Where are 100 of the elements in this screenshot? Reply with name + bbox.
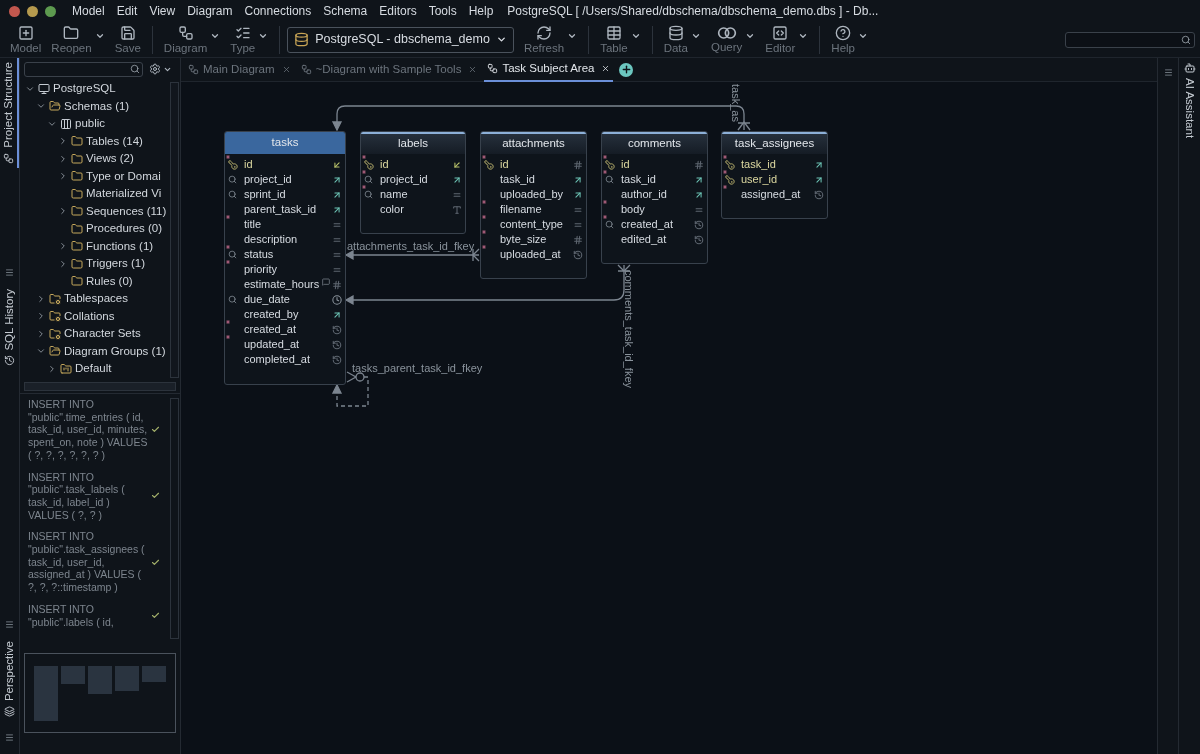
column-row[interactable]: task_id bbox=[481, 172, 586, 187]
column-row[interactable]: assigned_at bbox=[722, 187, 827, 202]
tree-row[interactable]: Rules (0) bbox=[20, 272, 170, 290]
column-row[interactable]: id bbox=[481, 157, 586, 172]
table-card[interactable]: comments id task_id author_id body created_at edited_at bbox=[601, 131, 708, 264]
close-icon[interactable] bbox=[601, 64, 611, 73]
history-entry[interactable]: INSERT INTO "public".task_assignees ( task_id, user_id, assigned_at ) VALUES ( ?, ?, ?::timestamp ) bbox=[28, 530, 170, 594]
menu-item[interactable]: Tools bbox=[428, 2, 457, 20]
column-row[interactable]: parent_task_id bbox=[225, 202, 345, 217]
table-header[interactable]: tasks bbox=[225, 132, 345, 154]
settings-icon[interactable] bbox=[149, 63, 161, 75]
scrollbar[interactable] bbox=[170, 82, 179, 378]
toolbar-button[interactable]: Model bbox=[6, 22, 46, 57]
search-field[interactable] bbox=[1065, 31, 1195, 48]
column-row[interactable]: updated_at bbox=[225, 337, 345, 352]
scrollbar[interactable] bbox=[170, 398, 179, 639]
history-entry[interactable]: INSERT INTO "public".time_entries ( id, task_id, user_id, minutes, spent_on, note ) VALUES ( ?, ?, ?, ?, ?, ? ) bbox=[28, 398, 170, 462]
column-row[interactable]: created_by bbox=[225, 307, 345, 322]
table-header[interactable]: attachments bbox=[481, 132, 586, 154]
column-row[interactable]: task_id bbox=[602, 172, 707, 187]
column-row[interactable]: created_at bbox=[602, 217, 707, 232]
tree-row[interactable]: Schemas (1) bbox=[20, 97, 170, 115]
table-card[interactable]: attachments id task_id uploaded_by filename content_type byte_size uploaded_at bbox=[480, 131, 587, 279]
tree-row[interactable]: Default bbox=[20, 360, 170, 378]
minimize-button[interactable] bbox=[27, 5, 38, 17]
column-row[interactable]: created_at bbox=[225, 322, 345, 337]
column-row[interactable]: title bbox=[225, 217, 345, 232]
diagram-tab[interactable]: ~Diagram with Sample Tools bbox=[297, 57, 481, 82]
toolbar-button[interactable]: Diagram bbox=[159, 22, 225, 57]
column-row[interactable]: filename bbox=[481, 202, 586, 217]
history-entry[interactable]: INSERT INTO "public".labels ( id, bbox=[28, 602, 170, 629]
column-row[interactable]: edited_at bbox=[602, 232, 707, 247]
tree-row[interactable]: Character Sets bbox=[20, 325, 170, 343]
column-row[interactable]: task_id bbox=[722, 157, 827, 172]
column-row[interactable]: name bbox=[361, 187, 465, 202]
table-card[interactable]: labels id project_id name color bbox=[360, 131, 466, 234]
table-header[interactable]: comments bbox=[602, 132, 707, 154]
tree-search-field[interactable] bbox=[24, 61, 143, 77]
table-card[interactable]: task_assignees task_id user_id assigned_at bbox=[721, 131, 828, 219]
toolbar-button[interactable]: Help bbox=[827, 22, 872, 57]
menu-icon[interactable] bbox=[5, 619, 14, 629]
tree-row[interactable]: Views (2) bbox=[20, 150, 170, 168]
column-row[interactable]: color bbox=[361, 202, 465, 217]
toolbar-button[interactable]: Refresh bbox=[519, 22, 582, 57]
menu-item[interactable]: Help bbox=[468, 2, 494, 20]
column-row[interactable]: priority bbox=[225, 262, 345, 277]
table-header[interactable]: labels bbox=[361, 132, 465, 154]
menu-icon[interactable] bbox=[5, 267, 14, 277]
column-row[interactable]: byte_size bbox=[481, 232, 586, 247]
toolbar-button[interactable]: Query bbox=[706, 22, 760, 57]
column-row[interactable]: due_date bbox=[225, 292, 345, 307]
tree-row[interactable]: Type or Domai bbox=[20, 167, 170, 185]
tree-row[interactable]: Tables (14) bbox=[20, 132, 170, 150]
column-row[interactable]: id bbox=[225, 157, 345, 172]
tree-row[interactable]: Functions (1) bbox=[20, 237, 170, 255]
toolbar-button[interactable]: Type bbox=[226, 22, 273, 57]
tree-row[interactable]: Tablespaces bbox=[20, 290, 170, 308]
side-tab[interactable]: Perspective bbox=[0, 636, 19, 721]
tree-row[interactable]: Collations bbox=[20, 307, 170, 325]
menu-item[interactable]: View bbox=[149, 2, 176, 20]
toolbar-button[interactable]: Table bbox=[596, 22, 645, 57]
column-row[interactable]: uploaded_by bbox=[481, 187, 586, 202]
connection-select[interactable]: PostgreSQL - dbschema_demo bbox=[287, 26, 514, 53]
toolbar-button[interactable]: Editor bbox=[761, 22, 813, 57]
diagram-tab[interactable]: Main Diagram bbox=[185, 57, 294, 82]
column-row[interactable]: content_type bbox=[481, 217, 586, 232]
tree-row[interactable]: Diagram Groups (1) bbox=[20, 342, 170, 360]
menu-item[interactable]: Editors bbox=[379, 2, 417, 20]
menu-item[interactable]: Schema bbox=[323, 2, 368, 20]
side-tab[interactable]: AI Assistant bbox=[1180, 62, 1199, 139]
column-row[interactable]: id bbox=[361, 157, 465, 172]
tree-row[interactable]: PostgreSQL bbox=[20, 80, 170, 98]
column-row[interactable]: project_id bbox=[361, 172, 465, 187]
column-row[interactable]: estimate_hours bbox=[225, 277, 345, 292]
column-row[interactable]: body bbox=[602, 202, 707, 217]
column-row[interactable]: status bbox=[225, 247, 345, 262]
close-button[interactable] bbox=[9, 5, 20, 17]
toolbar-button[interactable]: Reopen bbox=[47, 22, 109, 57]
table-header[interactable]: task_assignees bbox=[722, 132, 827, 154]
menu-item[interactable]: Edit bbox=[116, 2, 138, 20]
column-row[interactable]: author_id bbox=[602, 187, 707, 202]
history-entry[interactable]: INSERT INTO "public".task_labels ( task_id, label_id ) VALUES ( ?, ? ) bbox=[28, 470, 170, 522]
tree-row[interactable]: Triggers (1) bbox=[20, 255, 170, 273]
scrollbar[interactable] bbox=[24, 382, 176, 391]
column-row[interactable]: completed_at bbox=[225, 352, 345, 367]
column-row[interactable]: description bbox=[225, 232, 345, 247]
toolbar-button[interactable]: Save bbox=[110, 22, 145, 57]
tree-row[interactable]: public bbox=[20, 115, 170, 133]
zoom-button[interactable] bbox=[45, 5, 56, 17]
column-row[interactable]: sprint_id bbox=[225, 187, 345, 202]
table-card[interactable]: tasks id project_id sprint_id parent_task_id title description status priority estimate_hours due_date created_by created_at updated_at completed_at bbox=[224, 131, 346, 385]
column-row[interactable]: project_id bbox=[225, 172, 345, 187]
tree-row[interactable]: Materialized Vi bbox=[20, 185, 170, 203]
toolbar-button[interactable]: Data bbox=[659, 22, 705, 57]
column-row[interactable]: user_id bbox=[722, 172, 827, 187]
menu-item[interactable]: Model bbox=[72, 2, 105, 20]
menu-icon[interactable] bbox=[1163, 68, 1173, 77]
add-tab-button[interactable] bbox=[619, 62, 634, 77]
menu-item[interactable]: Connections bbox=[244, 2, 312, 20]
column-row[interactable]: id bbox=[602, 157, 707, 172]
